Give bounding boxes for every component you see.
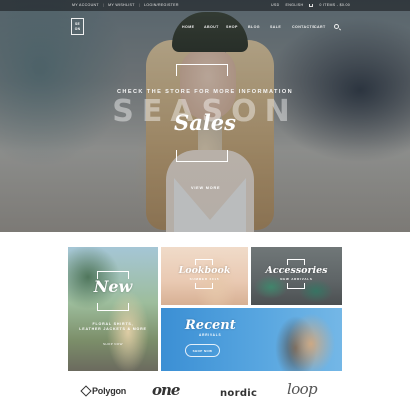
- nav-sale[interactable]: Sale: [270, 25, 292, 29]
- nav-cart[interactable]: Cart: [314, 25, 336, 29]
- hero-kicker: Check the store for more information: [116, 89, 294, 95]
- promo-lookbook[interactable]: Lookbook Summer 2015: [161, 247, 248, 305]
- brand-loop[interactable]: loop: [287, 380, 318, 398]
- promo-recent-title: Recent: [185, 318, 236, 333]
- brand-one[interactable]: one: [152, 381, 180, 399]
- my-wishlist-link[interactable]: My Wishlist: [108, 3, 135, 7]
- shop-now-button[interactable]: Shop Now: [103, 342, 123, 346]
- promo-new-title: New: [93, 277, 133, 296]
- nav-contacts[interactable]: Contacts: [292, 25, 315, 29]
- main-nav: Home About Shop Blog Sale Contacts Cart: [182, 25, 336, 29]
- view-more-button[interactable]: View More: [191, 186, 220, 190]
- my-account-link[interactable]: My Account: [72, 3, 99, 7]
- language-select[interactable]: English: [286, 3, 304, 7]
- utility-bar: My Account | My Wishlist | Login/Registe…: [0, 0, 410, 11]
- logo-line-1: SE: [75, 22, 80, 26]
- promo-recent-subtitle: Arrivals: [199, 333, 222, 337]
- cart-icon[interactable]: [309, 3, 314, 7]
- brand-nordic[interactable]: nordic: [220, 388, 257, 399]
- frame-bottom-bracket: [287, 283, 305, 289]
- promo-lookbook-title: Lookbook: [178, 265, 231, 276]
- nav-about[interactable]: About: [204, 25, 226, 29]
- currency-select[interactable]: USD: [271, 3, 280, 7]
- promo-accessories-title: Accessories: [265, 265, 328, 276]
- frame-bottom-bracket: [176, 150, 228, 162]
- site-logo[interactable]: SE ON: [71, 18, 84, 35]
- search-icon[interactable]: [334, 24, 339, 29]
- promo-new[interactable]: New Floral Shirts, Leather Jackets & Mor…: [68, 247, 158, 371]
- shop-now-button[interactable]: Shop Now: [185, 344, 220, 357]
- logo-line-2: ON: [74, 27, 81, 31]
- brand-polygon-label: Polygon: [92, 386, 127, 396]
- nav-home[interactable]: Home: [182, 25, 204, 29]
- frame-bottom-bracket: [195, 283, 213, 289]
- store-settings: USD English 0 Items - $0.00: [271, 3, 350, 7]
- promo-accessories[interactable]: Accessories New Arrivals: [251, 247, 342, 305]
- login-register-link[interactable]: Login/Register: [144, 3, 179, 7]
- hero-sales-title: Sales: [174, 110, 236, 135]
- frame-top-bracket: [176, 64, 228, 76]
- promo-new-description: Floral Shirts, Leather Jackets & More: [68, 322, 158, 332]
- cart-summary[interactable]: 0 Items - $0.00: [319, 3, 350, 7]
- frame-bottom-bracket: [97, 303, 129, 311]
- promo-new-desc-line-2: Leather Jackets & More: [79, 327, 147, 331]
- account-links: My Account | My Wishlist | Login/Registe…: [72, 3, 179, 7]
- hero-banner: My Account | My Wishlist | Login/Registe…: [0, 0, 410, 232]
- promo-accessories-subtitle: New Arrivals: [280, 277, 313, 281]
- promo-recent-arrivals[interactable]: Recent Arrivals Shop Now: [161, 308, 342, 371]
- promo-lookbook-subtitle: Summer 2015: [189, 277, 220, 281]
- nav-shop[interactable]: Shop: [226, 25, 248, 29]
- nav-blog[interactable]: Blog: [248, 25, 270, 29]
- separator: |: [138, 3, 140, 7]
- polygon-logo-icon: [80, 385, 92, 397]
- brand-polygon[interactable]: Polygon: [80, 385, 127, 397]
- separator: |: [102, 3, 105, 7]
- brand-logos: Polygon one nordic loop: [0, 376, 410, 416]
